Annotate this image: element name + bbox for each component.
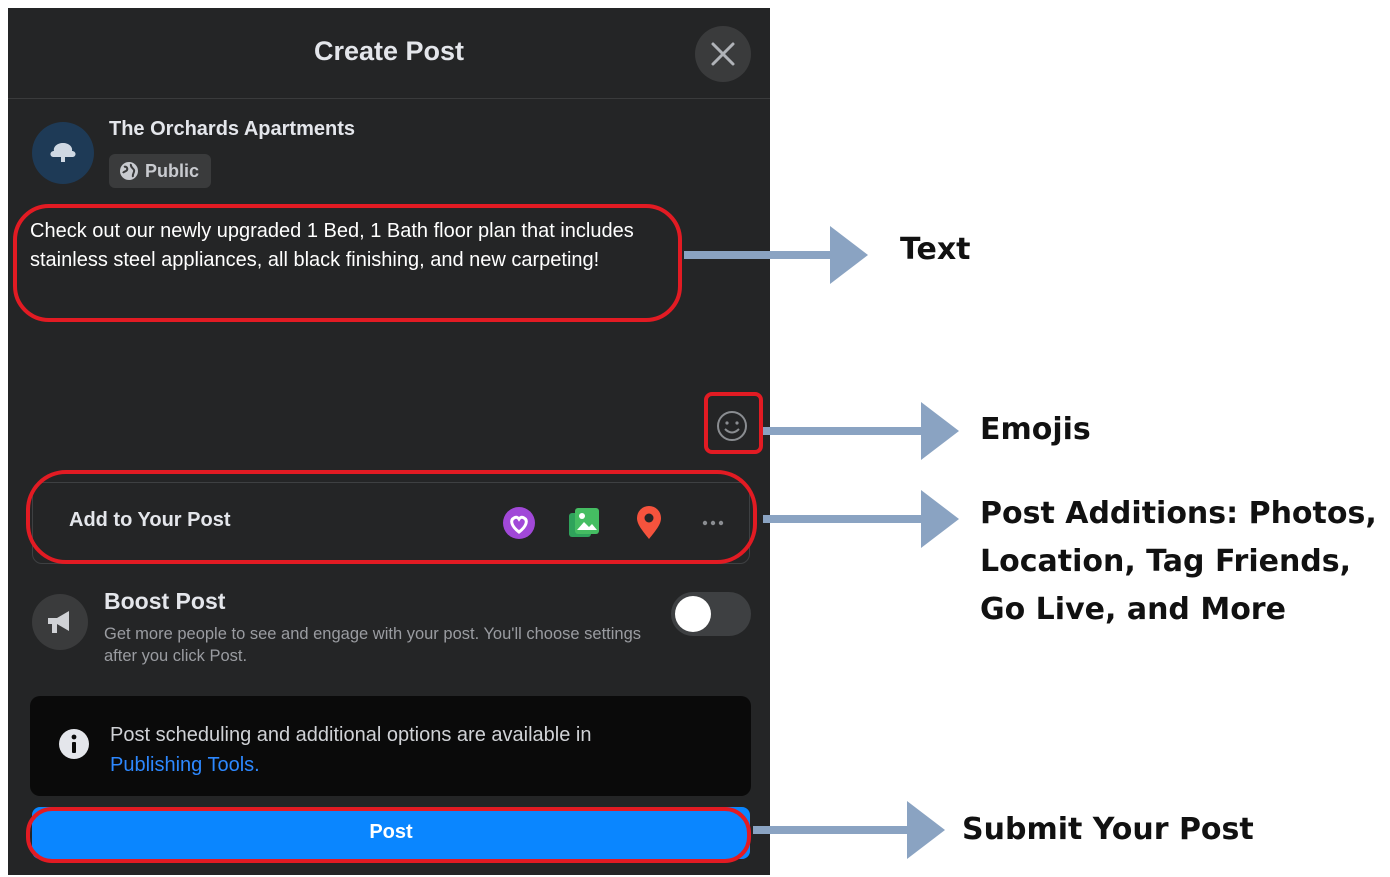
- annotation-additions-line1: Post Additions: Photos,: [980, 496, 1377, 531]
- highlight-emoji: [704, 392, 763, 454]
- highlight-post-button: [26, 807, 751, 863]
- annotation-additions-line2: Location, Tag Friends,: [980, 544, 1352, 579]
- boost-toggle[interactable]: [671, 592, 751, 636]
- create-post-dialog: Create Post The Orchards Apartments Publ…: [8, 8, 770, 875]
- dialog-header: Create Post: [8, 8, 770, 99]
- highlight-text: [13, 204, 682, 322]
- boost-description: Get more people to see and engage with y…: [104, 625, 642, 665]
- notice-message: Post scheduling and additional options a…: [110, 724, 592, 746]
- privacy-label: Public: [145, 160, 200, 181]
- publishing-tools-link[interactable]: Publishing Tools.: [110, 754, 260, 776]
- arrow-emojis: [763, 402, 959, 460]
- privacy-selector[interactable]: Public: [109, 154, 212, 188]
- close-button[interactable]: [695, 26, 751, 82]
- annotation-submit-label: Submit Your Post: [962, 812, 1254, 847]
- orchards-logo-icon: [50, 143, 76, 162]
- highlight-add-to-post: [26, 470, 757, 564]
- dialog-title: Create Post: [313, 36, 465, 66]
- annotation-additions-line3: Go Live, and More: [980, 592, 1286, 627]
- close-icon: [711, 42, 735, 66]
- boost-icon-circle: [32, 594, 88, 650]
- arrow-submit: [753, 801, 945, 859]
- globe-icon: [120, 162, 138, 180]
- notice-text: Post scheduling and additional options a…: [110, 720, 730, 780]
- publishing-notice: Post scheduling and additional options a…: [30, 696, 751, 796]
- arrow-additions: [763, 490, 959, 548]
- annotation-text-label: Text: [900, 232, 971, 267]
- avatar[interactable]: [32, 122, 94, 184]
- page-name: The Orchards Apartments: [109, 118, 355, 140]
- megaphone-icon: [48, 611, 69, 633]
- info-icon: [59, 729, 89, 759]
- annotation-emojis-label: Emojis: [980, 412, 1091, 447]
- arrow-text: [684, 226, 868, 284]
- toggle-knob: [675, 596, 711, 632]
- boost-title: Boost Post: [104, 588, 226, 614]
